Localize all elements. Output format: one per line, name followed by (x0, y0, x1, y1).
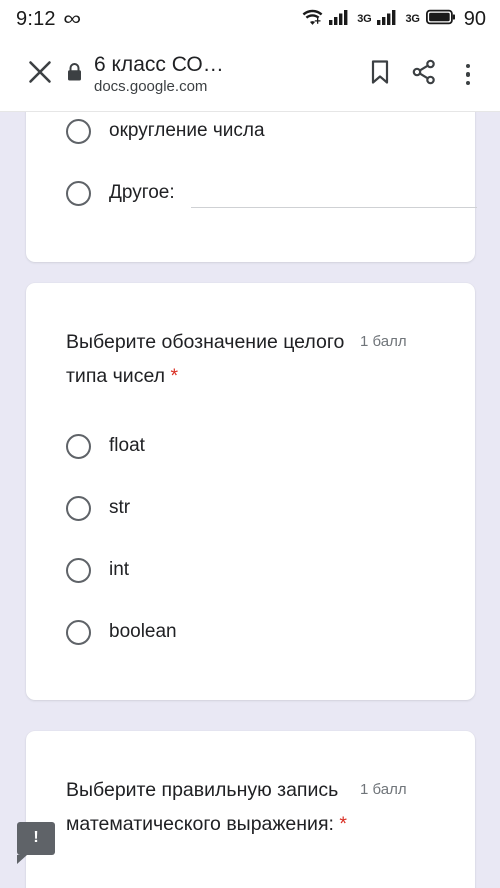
site-texts: 6 класс СО… docs.google.com (94, 53, 224, 97)
page-url: docs.google.com (94, 77, 208, 95)
radio-button[interactable] (66, 619, 91, 645)
question-title: Выберите обозначение целого типа чисел * (66, 325, 356, 393)
bookmark-icon (369, 59, 391, 90)
question-card: Выберите правильную запись математическо… (26, 731, 475, 888)
question-options: float str int boolean (26, 393, 475, 663)
feedback-badge-label: ! (33, 828, 39, 846)
bookmark-button[interactable] (360, 55, 400, 95)
share-icon (411, 59, 437, 90)
option-label: округление числа (109, 120, 265, 141)
option-label: str (109, 497, 131, 518)
option-row[interactable]: округление числа (66, 112, 453, 162)
overflow-menu-button[interactable] (448, 55, 488, 95)
status-clock: 9:12 (16, 7, 56, 30)
option-label: int (109, 559, 130, 580)
radio-button[interactable] (66, 180, 91, 206)
sim2-network-label: 3G (405, 13, 420, 25)
question-title: Выберите правильную запись математическо… (66, 773, 356, 841)
status-bar-right: 3G 3G 90 (302, 8, 486, 31)
close-button[interactable] (20, 55, 60, 95)
question-card: округление числа Другое: (26, 112, 477, 262)
question-card: Выберите обозначение целого типа чисел *… (26, 283, 475, 700)
infinity-icon: ∞ (62, 8, 81, 30)
more-vertical-icon (465, 63, 471, 86)
other-text-input[interactable] (190, 207, 477, 208)
toolbar-actions (360, 55, 488, 95)
sim2-signal-bars-icon (377, 9, 399, 30)
sim1-signal-bars-icon (329, 9, 351, 30)
question-options: округление числа Другое: (26, 112, 477, 224)
question-header: Выберите правильную запись математическо… (26, 731, 475, 841)
required-star: * (333, 813, 347, 835)
wifi-icon (302, 8, 323, 31)
lock-icon (66, 62, 83, 87)
status-bar: 9:12 ∞ 3G 3G 90 (0, 0, 500, 38)
required-star: * (165, 365, 179, 387)
option-row[interactable]: int (66, 539, 453, 601)
exclamation-bubble-icon[interactable]: ! (17, 822, 55, 864)
radio-button[interactable] (66, 118, 91, 144)
site-info[interactable]: 6 класс СО… docs.google.com (66, 53, 360, 97)
option-row-other[interactable]: Другое: (66, 162, 477, 224)
radio-button[interactable] (66, 495, 91, 521)
question-title-text: Выберите обозначение целого типа чисел (66, 331, 345, 387)
option-row[interactable]: boolean (66, 601, 453, 663)
option-row[interactable]: float (66, 415, 453, 477)
question-title-text: Выберите правильную запись математическо… (66, 779, 339, 835)
question-header: Выберите обозначение целого типа чисел *… (26, 283, 475, 393)
option-label: boolean (109, 621, 177, 642)
option-label: float (109, 435, 145, 456)
close-icon (27, 59, 53, 90)
battery-level: 90 (463, 7, 486, 30)
question-points: 1 балл (360, 781, 407, 798)
sim1-network-label: 3G (357, 13, 372, 25)
radio-button[interactable] (66, 433, 91, 459)
question-points: 1 балл (360, 333, 407, 350)
form-scroll-area[interactable]: округление числа Другое: Выберите обозна… (0, 112, 500, 888)
browser-toolbar: 6 класс СО… docs.google.com (0, 38, 500, 112)
page-title: 6 класс СО… (94, 52, 224, 76)
option-row[interactable]: str (66, 477, 453, 539)
share-button[interactable] (404, 55, 444, 95)
status-bar-left: 9:12 ∞ (16, 7, 81, 31)
radio-button[interactable] (66, 557, 91, 583)
option-label: Другое: (109, 182, 175, 203)
battery-icon (425, 9, 456, 30)
